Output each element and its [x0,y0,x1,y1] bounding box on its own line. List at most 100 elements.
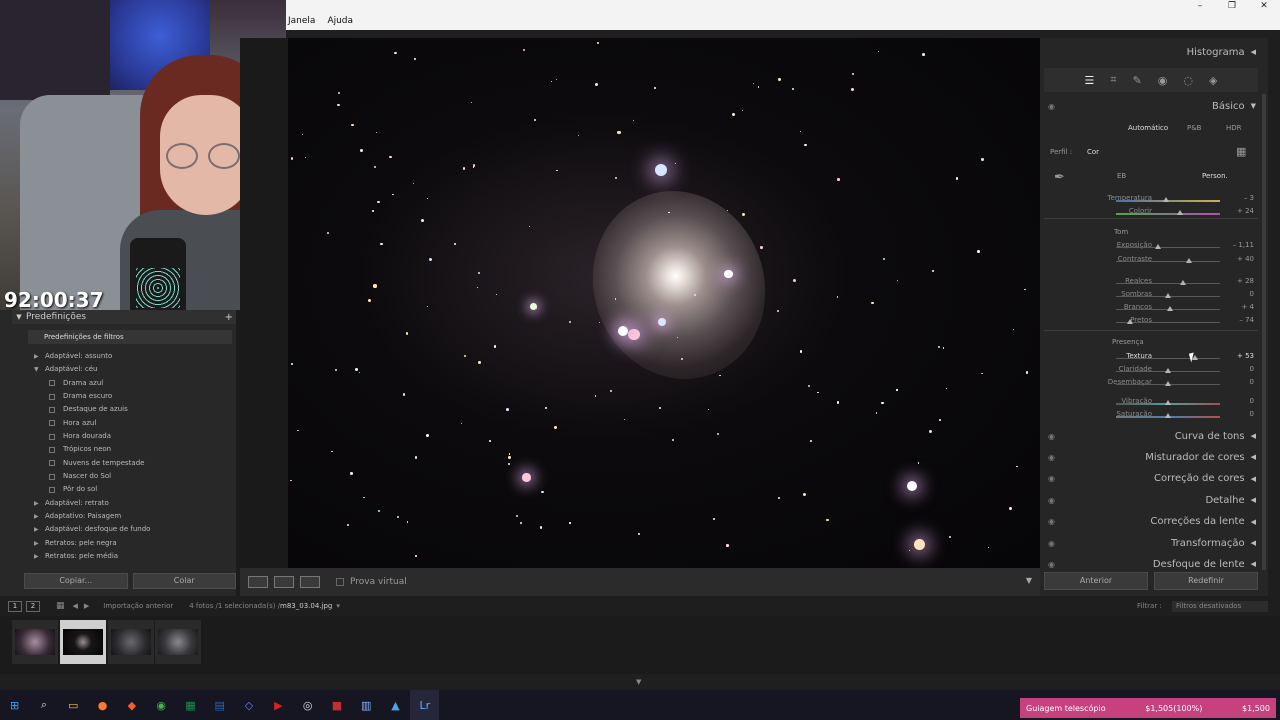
profile-select[interactable]: Cor [1087,148,1099,156]
section-header[interactable]: ◉ Misturador de cores ◀ [1044,447,1258,467]
slider-thumb[interactable] [1154,244,1161,249]
preset-item[interactable]: Pôr do sol [34,483,234,496]
slider-thumb[interactable] [1179,280,1186,285]
preset-folder-item[interactable]: ▶ Retratos: pele negra [34,537,234,550]
crop-icon[interactable]: ⌗ [1110,73,1116,87]
section-header[interactable]: ◉ Correções da lente ◀ [1044,512,1258,532]
healing-icon[interactable]: ✎ [1133,74,1142,87]
slider-saturação[interactable]: Saturação 0 [1044,410,1258,423]
lightroom-classic-icon[interactable]: Lr [410,690,440,720]
slider-value[interactable]: 0 [1250,290,1254,298]
collapsed-triangle-icon[interactable]: ▶ [34,510,45,523]
brave-icon[interactable]: ◆ [117,690,146,720]
slider-colorir[interactable]: Colorir + 24 [1044,207,1258,220]
preset-folder-item[interactable]: ▶ Adaptativo: Paisagem [34,510,234,523]
slider-realces[interactable]: Realces + 28 [1044,277,1258,290]
slider-thumb[interactable] [1185,258,1192,263]
preset-folder-item[interactable]: ▶ Adaptável: retrato [34,497,234,510]
preset-folder-item[interactable]: ▼ Adaptável: céu [34,363,234,376]
preset-folder-item[interactable]: ▶ Adaptável: assunto [34,350,234,363]
masking-icon[interactable]: ◌ [1183,74,1193,87]
photos-icon[interactable]: ▲ [381,690,410,720]
collapsed-triangle-icon[interactable]: ▶ [34,523,45,536]
previous-button[interactable]: Anterior [1044,572,1148,590]
basic-visibility-icon[interactable]: ◉ [1048,102,1055,111]
preset-item[interactable]: Nascer do Sol [34,470,234,483]
filmstrip-thumb-selected[interactable] [60,620,106,664]
preset-icon[interactable]: ◈ [1209,74,1217,87]
windows-start-icon[interactable]: ⊞ [0,690,29,720]
toolbar-menu-caret-icon[interactable]: ▼ [1026,576,1032,585]
section-visibility-icon[interactable]: ◉ [1048,496,1055,505]
add-preset-icon[interactable]: + [225,312,233,323]
wb-select[interactable]: Person. [1202,172,1228,180]
slider-pretos[interactable]: Pretos – 74 [1044,316,1258,329]
slider-value[interactable]: – 1,11 [1233,241,1254,249]
notepad-icon[interactable]: ▥ [352,690,381,720]
grid-icon[interactable]: ▦ [56,601,65,611]
slider-value[interactable]: + 40 [1237,255,1254,263]
collapsed-triangle-icon[interactable]: ▶ [34,537,45,550]
file-explorer-icon[interactable]: ▭ [59,690,88,720]
slider-brancos[interactable]: Brancos + 4 [1044,303,1258,316]
section-visibility-icon[interactable]: ◉ [1048,539,1055,548]
excel-icon[interactable]: ▦ [176,690,205,720]
filter-select[interactable]: Filtros desativados [1172,600,1268,612]
slider-temperatura[interactable]: Temperatura – 3 [1044,194,1258,207]
develop-scrollbar[interactable] [1262,94,1266,570]
basic-header[interactable]: ◉ Básico ▼ [1044,96,1258,116]
before-after-view-icon[interactable] [274,576,294,588]
eyedropper-icon[interactable]: ✒ [1054,170,1065,185]
search-icon[interactable]: ⌕ [29,690,58,720]
section-header[interactable]: ◉ Transformação ◀ [1044,533,1258,553]
slider-thumb[interactable] [1167,306,1174,311]
slider-value[interactable]: + 28 [1237,277,1254,285]
preset-item[interactable]: Hora azul [34,417,234,430]
slider-thumb[interactable] [1126,319,1133,324]
yy-view-icon[interactable] [300,576,320,588]
loupe-view-icon[interactable] [248,576,268,588]
menu-ajuda[interactable]: Ajuda [327,16,353,26]
close-button[interactable]: ✕ [1248,0,1280,12]
sliders-icon[interactable]: ☰ [1085,74,1095,87]
preset-item[interactable]: Destaque de azuis [34,403,234,416]
slider-track[interactable] [1116,358,1220,359]
slider-value[interactable]: 0 [1250,365,1254,373]
app-diamond-icon[interactable]: ◇ [234,690,263,720]
photo-canvas[interactable] [240,38,1040,568]
treatment-auto[interactable]: Automático [1128,124,1168,132]
section-visibility-icon[interactable]: ◉ [1048,560,1055,569]
slider-desembaçar[interactable]: Desembaçar 0 [1044,378,1258,391]
preset-folder-header[interactable]: Predefinições de filtros [28,330,232,344]
slider-thumb[interactable] [1165,400,1171,405]
slider-value[interactable]: – 74 [1239,316,1254,324]
preset-item[interactable]: Hora dourada [34,430,234,443]
copy-button[interactable]: Copiar... [24,573,128,589]
slider-value[interactable]: 0 [1250,410,1254,418]
menu-janela[interactable]: Janela [288,16,315,26]
section-visibility-icon[interactable]: ◉ [1048,517,1055,526]
slider-thumb[interactable] [1165,293,1171,298]
slider-claridade[interactable]: Claridade 0 [1044,365,1258,378]
slider-value[interactable]: – 3 [1244,194,1254,202]
slider-thumb[interactable] [1165,368,1171,373]
reset-button[interactable]: Redefinir [1154,572,1258,590]
chrome-icon[interactable]: ◉ [146,690,175,720]
youtube-icon[interactable]: ▶ [264,690,293,720]
filename-caret-icon[interactable]: ▾ [336,602,340,610]
preset-item[interactable]: Trópicos neon [34,443,234,456]
preset-item[interactable]: Drama azul [34,377,234,390]
paste-button[interactable]: Colar [132,573,236,589]
selected-filename[interactable]: m83_03.04.jpg [280,602,332,610]
preset-item[interactable]: Drama escuro [34,390,234,403]
section-visibility-icon[interactable]: ◉ [1048,453,1055,462]
slider-value[interactable]: + 53 [1237,352,1254,360]
treatment-hdr[interactable]: HDR [1226,124,1242,132]
section-visibility-icon[interactable]: ◉ [1048,474,1055,483]
filmstrip-toggle-icon[interactable]: ▼ [636,678,641,686]
profile-browser-icon[interactable]: ▦ [1236,145,1246,158]
slider-textura[interactable]: Textura + 53 [1044,352,1258,365]
collapsed-triangle-icon[interactable]: ▶ [34,497,45,510]
maximize-button[interactable]: ❐ [1216,0,1248,12]
preset-folder-item[interactable]: ▶ Adaptável: desfoque de fundo [34,523,234,536]
